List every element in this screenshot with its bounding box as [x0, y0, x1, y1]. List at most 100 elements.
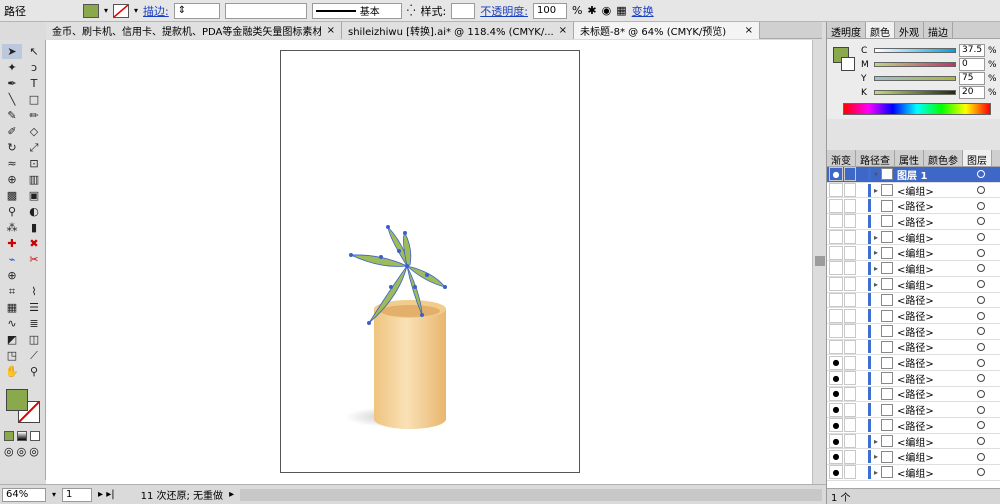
layer-item-row[interactable]: ▸ <编组> [827, 261, 1000, 277]
scale-tool-icon[interactable]: ⤢ [24, 140, 44, 155]
tab-attributes[interactable]: 属性 [895, 150, 924, 167]
tab-doc-1[interactable]: 金币、刷卡机、信用卡、提款机、PDA等金融类矢量图标素材 [转换].AI* @ … [46, 22, 342, 39]
eye-icon[interactable]: ● [829, 371, 843, 386]
artboard[interactable] [280, 50, 580, 473]
draw-behind-icon[interactable]: ◎ [17, 445, 27, 458]
expand-arrow-icon[interactable]: ▸ [871, 468, 881, 477]
lock-toggle[interactable] [844, 418, 856, 433]
target-circle-icon[interactable] [977, 342, 985, 351]
layer-item-row[interactable]: ● <路径> [827, 402, 1000, 418]
lock-toggle[interactable] [844, 371, 856, 386]
opacity-link[interactable]: 不透明度: [480, 3, 528, 19]
pencil-tool-icon[interactable]: ✏ [24, 108, 44, 123]
live-paint-bucket-icon[interactable]: ◩ [2, 332, 22, 347]
eye-icon[interactable]: ● [829, 434, 843, 449]
tab-transparency[interactable]: 透明度 [827, 22, 866, 39]
line-tool-icon[interactable]: ╲ [2, 92, 22, 107]
layer-item-row[interactable]: ▸ <编组> [827, 245, 1000, 262]
gradient-tool-icon[interactable]: ▣ [24, 188, 44, 203]
target-circle-icon[interactable] [977, 468, 985, 477]
live-paint-select-icon[interactable]: ◫ [24, 332, 44, 347]
channel-value[interactable]: 0 [959, 58, 985, 71]
warp-tool-icon[interactable]: ≈ [2, 156, 22, 171]
eye-icon[interactable]: ● [829, 402, 843, 417]
chevron-down-icon[interactable]: ▾ [52, 490, 56, 499]
target-circle-icon[interactable] [977, 358, 985, 367]
fill-stroke-widget[interactable] [2, 387, 43, 427]
tab-gradient[interactable]: 渐变 [827, 150, 856, 167]
none-mode-icon[interactable] [30, 431, 40, 441]
lasso-tool-icon[interactable]: ↄ [24, 60, 44, 75]
variable-width-dropdown[interactable] [224, 2, 307, 19]
target-circle-icon[interactable] [977, 201, 985, 210]
eye-icon[interactable] [829, 245, 843, 260]
tab-doc-3[interactable]: 未标题-8* @ 64% (CMYK/预览) × [574, 22, 760, 39]
layer-item-row[interactable]: <路径> [827, 324, 1000, 340]
slider-c[interactable]: C 37.5% [861, 44, 997, 57]
target-circle-icon[interactable] [977, 186, 985, 195]
anchor-add-tool-icon[interactable]: ✚ [2, 236, 22, 251]
mesh-grid-icon[interactable]: ▦ [2, 300, 22, 315]
tab-stroke[interactable]: 描边 [924, 22, 953, 39]
mesh-tool-icon[interactable]: ▩ [2, 188, 22, 203]
eye-icon[interactable] [829, 277, 843, 292]
fill-box[interactable] [6, 389, 28, 411]
status-menu-icon[interactable]: ▸ [229, 489, 234, 500]
eye-icon[interactable] [829, 261, 843, 276]
scroll-thumb[interactable] [815, 256, 825, 266]
convert-anchor-tool-icon[interactable]: ⌁ [2, 252, 22, 267]
lock-toggle[interactable] [844, 261, 856, 276]
target-circle-icon[interactable] [977, 437, 985, 446]
vertical-scrollbar[interactable] [812, 40, 826, 484]
artboard-tool-icon[interactable]: ⌗ [2, 284, 22, 299]
layer-item-row[interactable]: <路径> [827, 308, 1000, 324]
slice-tool-icon[interactable]: ⌇ [24, 284, 44, 299]
rotate-tool-icon[interactable]: ↻ [2, 140, 22, 155]
selection-tool-icon[interactable]: ➤ [2, 44, 22, 59]
slice-select-icon[interactable]: ◳ [2, 348, 22, 363]
canvas-area[interactable] [46, 40, 812, 484]
eye-icon[interactable] [829, 183, 843, 198]
lock-toggle[interactable] [844, 449, 856, 464]
lock-toggle[interactable] [844, 324, 856, 339]
list-icon[interactable]: ≣ [24, 316, 44, 331]
eye-icon[interactable] [829, 230, 843, 245]
expand-arrow-icon[interactable]: ▸ [871, 452, 881, 461]
artwork-plant-pot[interactable] [281, 51, 581, 474]
eye-icon[interactable] [829, 292, 843, 307]
lock-toggle[interactable] [844, 277, 856, 292]
hand-tool-icon[interactable]: ✋ [2, 364, 22, 379]
expand-arrow-icon[interactable]: ▸ [871, 437, 881, 446]
zoom-select[interactable]: 64% [2, 487, 46, 502]
nav-arrows-icon[interactable]: ▸ ▸| [98, 489, 115, 500]
type-tool-icon[interactable]: T [24, 76, 44, 91]
tab-layers[interactable]: 图层 [963, 150, 992, 167]
lock-toggle[interactable] [844, 230, 856, 245]
layer-item-row[interactable]: <路径> [827, 292, 1000, 309]
blend-tool-icon[interactable]: ◐ [24, 204, 44, 219]
layer-item-row[interactable]: ▸ <编组> [827, 230, 1000, 246]
blob-brush-tool-icon[interactable]: ✐ [2, 124, 22, 139]
layer-item-row[interactable]: <路径> [827, 214, 1000, 230]
rectangle-tool-icon[interactable]: □ [24, 92, 44, 107]
expand-arrow-icon[interactable]: ▾ [871, 170, 881, 179]
stroke-link[interactable]: 描边: [143, 3, 169, 19]
graphic-style-dropdown[interactable] [451, 2, 476, 19]
eye-icon[interactable] [829, 324, 843, 339]
target-circle-icon[interactable] [977, 327, 985, 336]
align-icon[interactable]: ▦ [616, 4, 626, 17]
artboard-navigator[interactable]: 1 [62, 487, 93, 502]
eye-icon[interactable]: ● [829, 355, 843, 370]
lock-toggle[interactable] [844, 198, 856, 213]
slider-m[interactable]: M 0% [861, 58, 997, 71]
pen-tool-icon[interactable]: ✒ [2, 76, 22, 91]
paintbrush-tool-icon[interactable]: ✎ [2, 108, 22, 123]
close-icon[interactable]: × [327, 25, 335, 36]
lock-toggle[interactable] [844, 465, 856, 480]
scissors-tool-icon[interactable]: ✂ [24, 252, 44, 267]
channel-value[interactable]: 37.5 [959, 44, 985, 57]
layer-row[interactable]: ● ▾ 图层 1 [827, 167, 1000, 183]
eye-icon[interactable] [829, 308, 843, 323]
anchor-delete-tool-icon[interactable]: ✖ [24, 236, 44, 251]
slider-k[interactable]: K 20% [861, 86, 997, 99]
